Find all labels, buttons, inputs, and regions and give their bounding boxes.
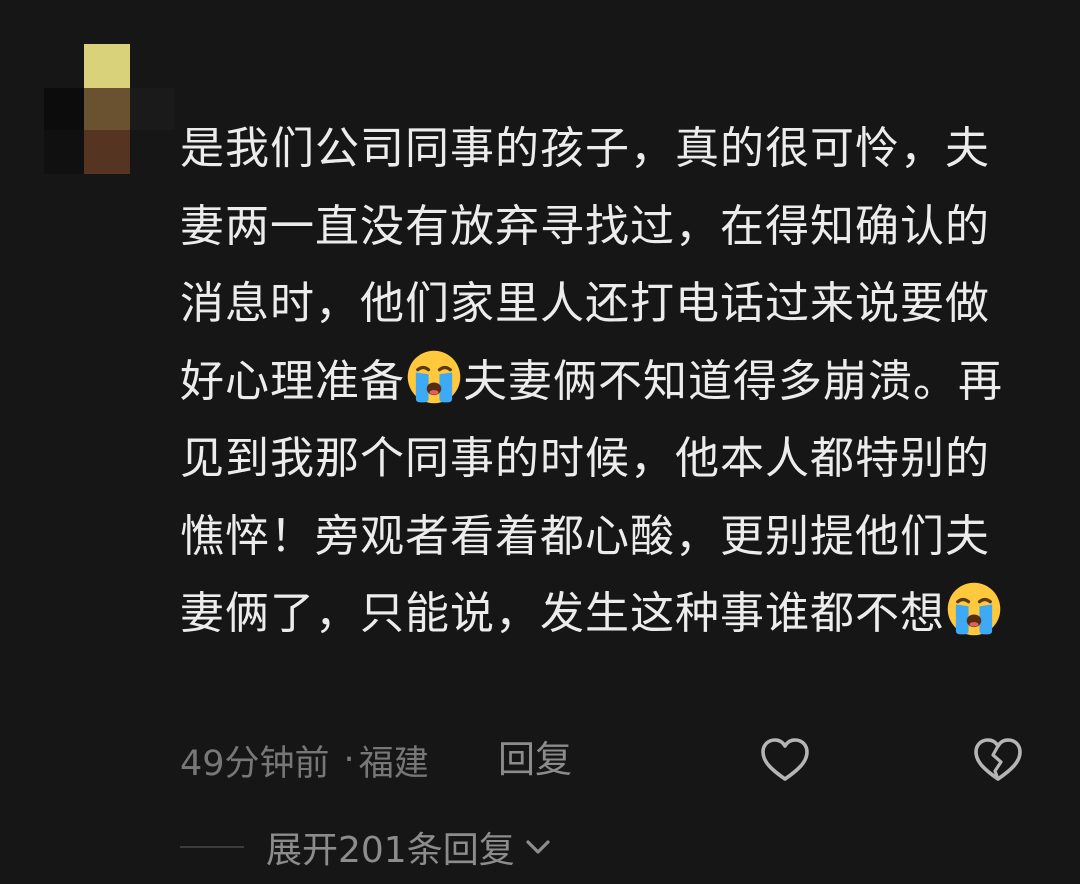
heart-outline-icon [761, 738, 809, 781]
comment-time: 49分钟前 [180, 743, 330, 784]
divider-line [180, 846, 244, 848]
username[interactable] [182, 68, 342, 84]
reply-button[interactable]: 回复 [498, 733, 572, 787]
avatar[interactable] [44, 44, 174, 174]
comment-location: 福建 [358, 743, 429, 784]
meta-separator: · [343, 740, 355, 780]
like-button[interactable] [758, 733, 812, 787]
comment-line: 妻两一直没有放弃寻找过，在得知确认的 [180, 200, 990, 252]
dislike-button[interactable] [971, 733, 1025, 787]
comment-line: 好心理准备 夫妻俩不知道得多崩溃。再 [180, 343, 1030, 421]
comment-text: 是我们公司同事的孩子，真的很可怜，夫 妻两一直没有放弃寻找过，在得知确认的 消息… [180, 110, 1030, 653]
crying-face-emoji [407, 350, 461, 403]
crying-face-emoji [947, 582, 1001, 636]
comment-line: 是我们公司同事的孩子，真的很可怜，夫 [180, 123, 990, 174]
expand-replies-label: 展开201条回复 [266, 830, 515, 871]
comment-line: 消息时，他们家里人还打电话过来说要做 [180, 278, 990, 329]
expand-replies-row: 展开201条回复 [180, 822, 553, 872]
comment-line: 妻俩了，只能说，发生这种事谁都不想 [180, 575, 1030, 653]
comment-line: 见到我那个同事的时候，他本人都特别的 [180, 433, 990, 484]
expand-replies-button[interactable]: 展开201条回复 [266, 821, 553, 873]
broken-heart-icon [974, 738, 1022, 781]
comment-meta: 49分钟前 · 福建 [180, 733, 429, 787]
comment-line: 憔悴！旁观者看着都心酸，更别提他们夫 [180, 510, 990, 562]
chevron-down-icon [526, 840, 550, 854]
comment-card: 是我们公司同事的孩子，真的很可怜，夫 妻两一直没有放弃寻找过，在得知确认的 消息… [0, 0, 1080, 884]
